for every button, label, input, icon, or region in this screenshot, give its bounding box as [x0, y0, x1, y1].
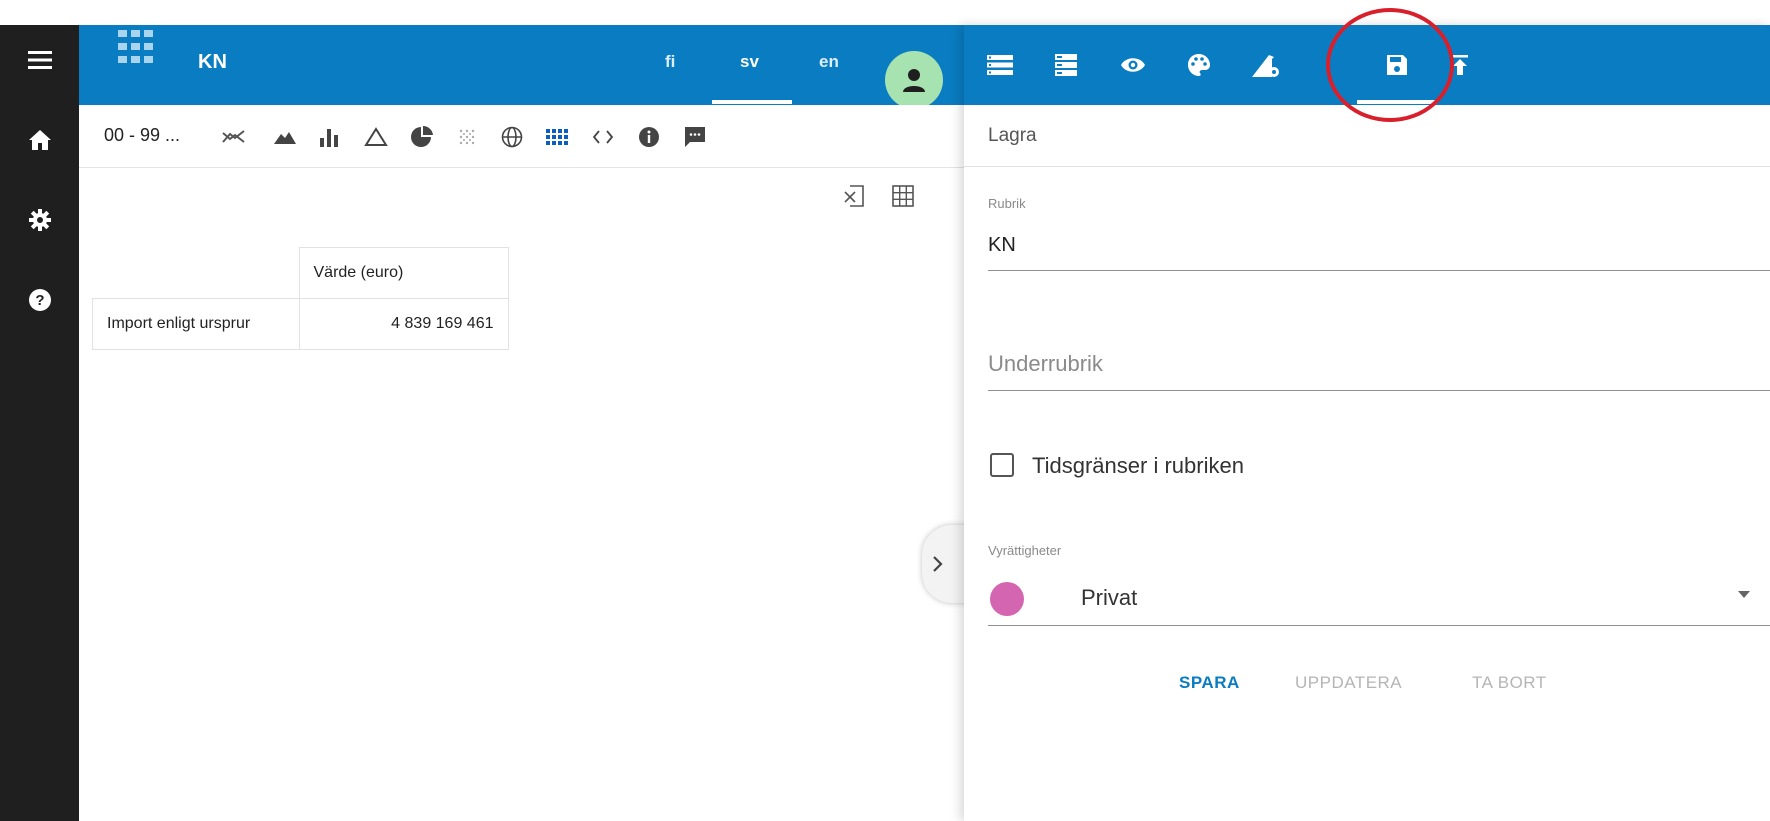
language-en[interactable]: en [819, 52, 839, 72]
table-icon [546, 129, 568, 145]
bar-chart-button[interactable] [315, 122, 345, 152]
apps-grid-icon[interactable] [116, 28, 156, 68]
svg-text:?: ? [35, 292, 44, 309]
app-title: KN [198, 51, 227, 73]
info-icon [639, 127, 659, 147]
pie-chart-button[interactable] [407, 122, 437, 152]
export-button[interactable] [838, 180, 870, 212]
palette-icon [1188, 54, 1210, 76]
title-field-underline [988, 270, 1770, 271]
visibility-label: Vyrättigheter [988, 543, 1062, 558]
table-view-button[interactable] [542, 122, 572, 152]
chevron-right-icon [933, 556, 943, 572]
table-row: Import enligt ursprur 4 839 169 461 [92, 298, 509, 350]
help-icon: ? [28, 289, 51, 311]
home-button[interactable] [0, 110, 79, 170]
settings-button[interactable] [0, 190, 79, 250]
embed-code-button[interactable] [588, 122, 618, 152]
info-button[interactable] [634, 122, 664, 152]
bar-chart-icon [320, 129, 338, 147]
table-corner-cell [92, 247, 300, 299]
list-button[interactable] [982, 47, 1018, 83]
storage-icon [1055, 54, 1077, 76]
visibility-select-underline [988, 625, 1770, 626]
eye-icon [1121, 58, 1145, 72]
comment-icon [685, 127, 705, 147]
dot-grid-icon [459, 129, 475, 145]
triangle-chart-button[interactable] [361, 122, 391, 152]
table-view: Värde (euro) Import enligt ursprur 4 839… [79, 168, 964, 821]
data-table: Värde (euro) Import enligt ursprur 4 839… [92, 247, 509, 350]
visibility-select[interactable]: Privat [1081, 585, 1137, 611]
pie-chart-icon [411, 126, 433, 147]
update-action-button[interactable]: UPPDATERA [1295, 673, 1402, 693]
settings-panel: Lagra Rubrik KN Underrubrik Tidsgränser … [964, 25, 1770, 821]
language-fi[interactable]: fi [665, 52, 675, 72]
table-header-row: Värde (euro) [92, 247, 509, 299]
active-language-indicator [712, 100, 792, 104]
delete-action-button[interactable]: TA BORT [1472, 673, 1547, 693]
time-limits-label[interactable]: Tidsgränser i rubriken [1032, 453, 1244, 479]
storage-button[interactable] [1048, 47, 1084, 83]
chart-toolbar: 00 - 99 ... [79, 105, 964, 168]
code-icon [592, 130, 614, 144]
palette-button[interactable] [1181, 47, 1217, 83]
chart-settings-button[interactable] [1248, 47, 1284, 83]
title-field[interactable]: KN [988, 234, 1016, 257]
grid-icon [892, 185, 914, 207]
person-icon [903, 69, 925, 92]
language-sv[interactable]: sv [740, 52, 759, 72]
comment-button[interactable] [680, 122, 710, 152]
view-button[interactable] [1115, 47, 1151, 83]
map-button[interactable] [497, 122, 527, 152]
divider [964, 166, 1770, 167]
range-selector[interactable]: 00 - 99 ... [104, 125, 180, 146]
chart-settings-icon [1252, 55, 1279, 77]
home-icon [28, 130, 51, 150]
save-action-button[interactable]: SPARA [1179, 673, 1240, 693]
area-chart-icon [274, 132, 296, 144]
row-header: Import enligt ursprur [92, 298, 300, 350]
app-bar: KN fi sv en [79, 25, 964, 109]
grid-layout-button[interactable] [887, 180, 919, 212]
table-cell: 4 839 169 461 [298, 298, 509, 350]
dropdown-arrow-icon[interactable] [1738, 591, 1750, 598]
gear-icon [28, 209, 51, 231]
globe-icon [501, 126, 523, 148]
highlight-annotation [1326, 8, 1454, 122]
subtitle-field-underline [988, 390, 1770, 391]
line-chart-button[interactable] [219, 122, 249, 152]
sidebar: ? [0, 25, 79, 821]
visibility-color-dot [990, 582, 1024, 616]
triangle-chart-icon [364, 127, 388, 146]
subtitle-field[interactable]: Underrubrik [988, 351, 1103, 377]
column-header: Värde (euro) [298, 247, 509, 299]
menu-icon [27, 51, 52, 69]
time-limits-checkbox[interactable] [990, 453, 1014, 477]
list-icon [987, 55, 1013, 75]
help-button[interactable]: ? [0, 270, 79, 330]
area-chart-button[interactable] [270, 122, 300, 152]
menu-button[interactable] [0, 30, 79, 90]
export-icon [844, 185, 864, 207]
title-field-label: Rubrik [988, 196, 1026, 211]
line-chart-icon [222, 130, 245, 143]
dot-grid-button[interactable] [452, 122, 482, 152]
panel-heading: Lagra [988, 125, 1037, 146]
user-avatar[interactable] [885, 51, 943, 109]
